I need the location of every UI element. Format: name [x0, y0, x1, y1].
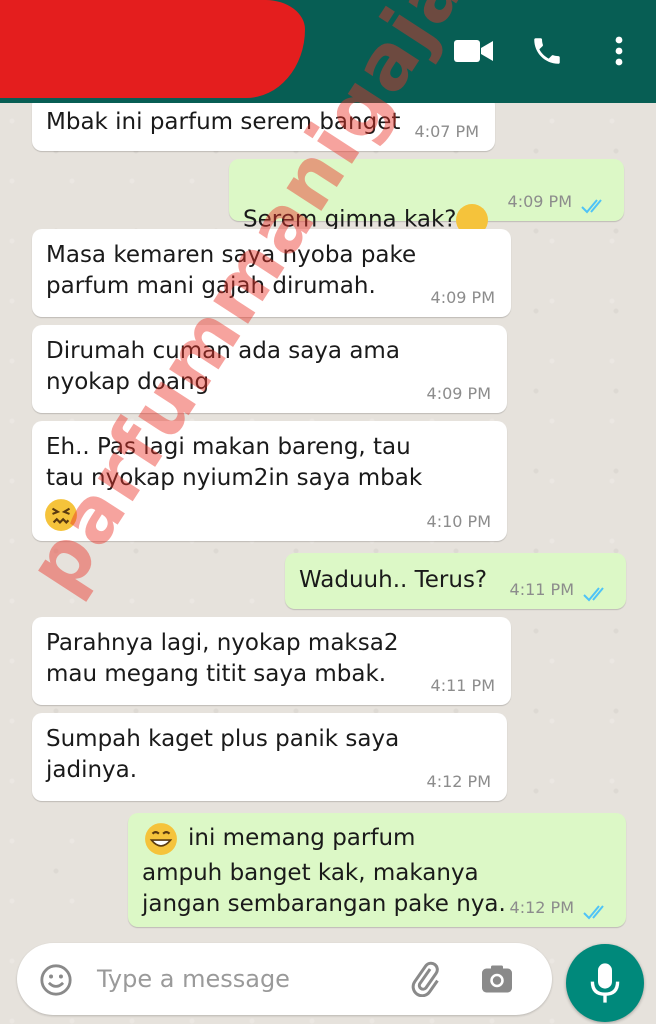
message-text: Waduuh.. Terus? [299, 567, 488, 593]
message-time: 4:11 PM [509, 580, 574, 599]
message-time: 4:09 PM [507, 192, 572, 211]
message-incoming[interactable]: Dirumah cuman ada saya ama nyokap doang … [32, 325, 507, 413]
message-text: Mbak ini parfum serem banget [46, 109, 401, 135]
message-input[interactable]: Type a message [97, 965, 290, 993]
message-time: 4:07 PM [414, 122, 479, 141]
message-text: Sumpah kaget plus panik saya jadinya. [46, 726, 400, 783]
message-text: Parahnya lagi, nyokap maksa2 mau megang … [46, 630, 399, 687]
message-time: 4:12 PM [426, 772, 491, 791]
message-time: 4:09 PM [426, 384, 491, 403]
message-time: 4:10 PM [426, 512, 491, 531]
camera-icon[interactable] [479, 961, 515, 1001]
message-text: Eh.. Pas lagi makan bareng, tau tau nyok… [46, 434, 423, 491]
message-time: 4:11 PM [430, 676, 495, 695]
read-receipt-icon [582, 899, 610, 920]
message-incoming[interactable]: Mbak ini parfum serem banget 4:07 PM [32, 95, 495, 151]
message-input-bar[interactable]: Type a message [17, 943, 552, 1015]
message-time: 4:09 PM [430, 288, 495, 307]
message-text: Serem gimna kak? [243, 173, 489, 266]
message-time: 4:12 PM [509, 898, 574, 917]
chat-header [0, 0, 656, 103]
message-text: Masa kemaren saya nyoba pake parfum mani… [46, 242, 417, 299]
redacted-contact-name [0, 0, 305, 98]
message-text-line1: ini memang parfum [188, 825, 416, 851]
message-text: Dirumah cuman ada saya ama nyokap doang [46, 338, 400, 395]
more-vert-icon[interactable] [614, 36, 624, 70]
read-receipt-icon [582, 581, 610, 602]
message-incoming[interactable]: Masa kemaren saya nyoba pake parfum mani… [32, 229, 511, 317]
emoji-icon[interactable] [39, 963, 73, 1001]
paperclip-icon[interactable] [407, 961, 443, 1001]
message-outgoing[interactable]: Serem gimna kak? 4:09 PM [229, 159, 624, 266]
message-outgoing[interactable]: ini memang parfum ampuh banget kak, maka… [128, 813, 626, 927]
read-receipt-icon [580, 193, 608, 214]
video-call-icon[interactable] [454, 38, 494, 68]
microphone-icon [588, 962, 622, 1008]
message-incoming[interactable]: Sumpah kaget plus panik saya jadinya. 4:… [32, 713, 507, 801]
phone-icon[interactable] [530, 34, 564, 72]
confounded-face-icon [44, 498, 78, 541]
message-incoming[interactable]: Eh.. Pas lagi makan bareng, tau tau nyok… [32, 421, 507, 541]
message-outgoing[interactable]: Waduuh.. Terus? 4:11 PM [285, 553, 626, 609]
message-incoming[interactable]: Parahnya lagi, nyokap maksa2 mau megang … [32, 617, 511, 705]
message-text: ampuh banget kak, makanya jangan sembara… [142, 860, 506, 917]
microphone-button[interactable] [566, 944, 644, 1022]
